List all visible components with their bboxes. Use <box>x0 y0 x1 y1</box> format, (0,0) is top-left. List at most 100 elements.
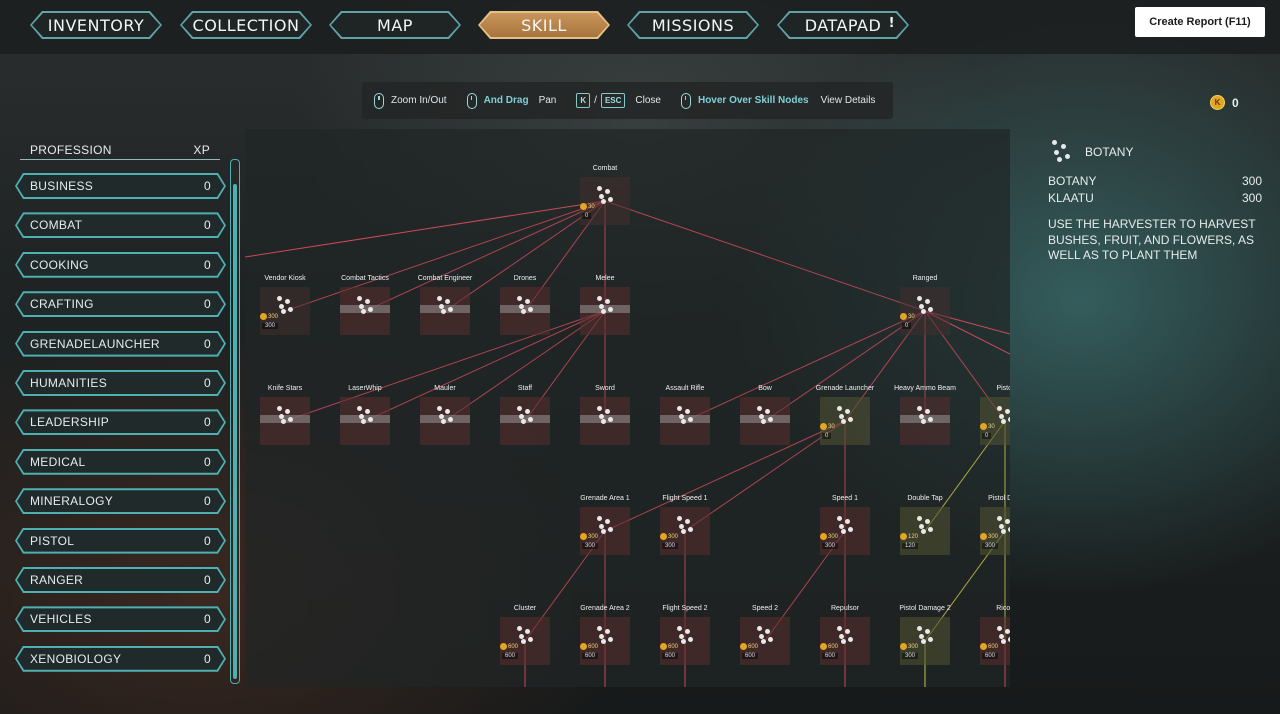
skill-node-melee[interactable]: Melee <box>580 275 630 335</box>
coin-icon <box>580 533 587 540</box>
skill-tree-canvas[interactable]: Combat 30 0 Vendor Kiosk 300 300 Combat Tactic… <box>245 129 1010 687</box>
skill-cost-value: 600 <box>828 643 839 650</box>
skill-cost-value: 300 <box>828 533 839 540</box>
skill-node-pistol-damage-2[interactable]: Pistol Damage 2 300 300 <box>899 605 951 665</box>
hint-and-drag: And Drag <box>483 95 529 106</box>
detail-row-value: 300 <box>1241 191 1262 205</box>
detail-row: BOTANY 300 <box>1048 174 1262 188</box>
skill-node-heavy-ammo[interactable]: Heavy Ammo Beam <box>894 385 956 445</box>
profession-xp: 0 <box>204 533 211 548</box>
currency-display: K 0 <box>1210 95 1239 110</box>
create-report-button[interactable]: Create Report (F11) <box>1135 7 1265 37</box>
skill-node-label: Speed 1 <box>831 495 859 502</box>
skill-icon <box>837 626 855 644</box>
skill-node-label: Double Tap <box>907 495 943 502</box>
skill-cost-value: 600 <box>588 643 599 650</box>
skill-icon <box>277 406 295 424</box>
skill-node-combat[interactable]: Combat 30 0 <box>580 165 630 225</box>
profession-item-medical[interactable]: MEDICAL 0 <box>15 449 226 475</box>
profession-item-crafting[interactable]: CRAFTING 0 <box>15 291 226 317</box>
skill-cost: 30 <box>820 423 835 430</box>
skill-node-combat-engineer[interactable]: Combat Engineer <box>418 275 472 335</box>
tab-datapad[interactable]: DATAPAD! <box>777 11 909 39</box>
profession-item-cooking[interactable]: COOKING 0 <box>15 252 226 278</box>
tab-inventory[interactable]: INVENTORY <box>30 11 162 39</box>
profession-item-pistol[interactable]: PISTOL 0 <box>15 528 226 554</box>
tab-collection[interactable]: COLLECTION <box>180 11 312 39</box>
skill-node-vendor-kiosk[interactable]: Vendor Kiosk 300 300 <box>260 275 310 335</box>
skill-node-ranged[interactable]: Ranged 30 0 <box>900 275 950 335</box>
skill-cost-value: 30 <box>588 203 595 210</box>
skill-node-combat-tactics[interactable]: Combat Tactics <box>340 275 390 335</box>
skill-xp: 600 <box>502 653 519 659</box>
skill-node-cluster[interactable]: Cluster 600 600 <box>500 605 550 665</box>
skill-node-pistol[interactable]: Pistol 30 0 <box>980 385 1010 445</box>
skill-node-double-tap[interactable]: Double Tap 120 120 <box>900 495 950 555</box>
profession-xp: 0 <box>204 454 211 469</box>
tab-skill[interactable]: SKILL <box>478 11 610 39</box>
skill-xp: 600 <box>982 653 999 659</box>
profession-item-xenobiology[interactable]: XENOBIOLOGY 0 <box>15 646 226 672</box>
skill-node-staff[interactable]: Staff <box>500 385 550 445</box>
skill-node-label: Cluster <box>513 605 537 612</box>
skill-node-speed-2[interactable]: Speed 2 600 600 <box>740 605 790 665</box>
skill-node-label: Ricoc <box>996 605 1010 612</box>
coin-icon <box>980 423 987 430</box>
skill-icon <box>357 296 375 314</box>
tree-connection-line <box>604 420 846 532</box>
profession-item-vehicles[interactable]: VEHICLES 0 <box>15 606 226 632</box>
profession-name: RANGER <box>30 573 84 587</box>
skill-xp: 600 <box>742 653 759 659</box>
profession-item-mineralogy[interactable]: MINERALOGY 0 <box>15 488 226 514</box>
profession-xp: 0 <box>204 494 211 509</box>
skill-xp: 0 <box>982 433 992 439</box>
skill-node-grenade-launcher[interactable]: Grenade Launcher 30 0 <box>816 385 874 445</box>
skill-node-grenade-area-2[interactable]: Grenade Area 2 600 600 <box>580 605 630 665</box>
skill-node-drones[interactable]: Drones <box>500 275 550 335</box>
skill-node-flight-speed-1[interactable]: Flight Speed 1 300 300 <box>660 495 710 555</box>
skill-node-knife-stars[interactable]: Knife Stars <box>260 385 310 445</box>
skill-icon <box>597 516 615 534</box>
profession-item-grenadelauncher[interactable]: GRENADELAUNCHER 0 <box>15 331 226 357</box>
hint-slash: / <box>594 95 597 106</box>
skill-node-speed-1[interactable]: Speed 1 300 300 <box>820 495 870 555</box>
profession-item-business[interactable]: BUSINESS 0 <box>15 173 226 199</box>
skill-cost: 600 <box>580 643 598 650</box>
skill-node-ricochet[interactable]: Ricoc 600 600 <box>980 605 1010 665</box>
profession-item-combat[interactable]: COMBAT 0 <box>15 212 226 238</box>
skill-node-label: Vendor Kiosk <box>264 275 306 282</box>
skill-cost-value: 600 <box>668 643 679 650</box>
skill-node-repulsor[interactable]: Repulsor 600 600 <box>820 605 870 665</box>
profession-item-leadership[interactable]: LEADERSHIP 0 <box>15 409 226 435</box>
profession-scrollbar[interactable] <box>230 159 240 684</box>
skill-node-laser-whip[interactable]: LaserWhip <box>340 385 390 445</box>
skill-icon <box>597 296 615 314</box>
profession-name: COMBAT <box>30 218 83 233</box>
skill-xp: 0 <box>822 433 832 439</box>
tree-connection-line <box>364 310 606 422</box>
skill-node-label: Grenade Area 1 <box>580 495 630 502</box>
skill-icon <box>997 516 1010 534</box>
skill-node-flight-speed-2[interactable]: Flight Speed 2 600 600 <box>660 605 710 665</box>
tab-map[interactable]: MAP <box>329 11 461 39</box>
hint-hover: Hover Over Skill Nodes <box>697 95 809 106</box>
skill-node-pistol-damage[interactable]: Pistol Dam 300 300 <box>980 495 1010 555</box>
profession-item-ranger[interactable]: RANGER 0 <box>15 567 226 593</box>
skill-node-grenade-area-1[interactable]: Grenade Area 1 300 300 <box>580 495 630 555</box>
skill-node-bow[interactable]: Bow <box>740 385 790 445</box>
skill-node-sword[interactable]: Sword <box>580 385 630 445</box>
hint-zoom: Zoom In/Out <box>391 95 447 106</box>
profession-name: CRAFTING <box>30 297 94 312</box>
skill-node-label: Repulsor <box>830 605 859 612</box>
tab-missions[interactable]: MISSIONS <box>627 11 759 39</box>
mouse-left-icon <box>466 92 477 109</box>
skill-xp: 120 <box>902 543 919 549</box>
scrollbar-thumb[interactable] <box>233 184 237 679</box>
skill-node-mauler[interactable]: Mauler <box>420 385 470 445</box>
skill-node-label: Mauler <box>434 385 456 392</box>
skill-node-assault-rifle[interactable]: Assault Rifle <box>660 385 710 445</box>
profession-xp: 0 <box>204 336 211 351</box>
tree-connection-line <box>604 200 926 312</box>
profession-item-humanities[interactable]: HUMANITIES 0 <box>15 370 226 396</box>
skill-cost: 600 <box>740 643 758 650</box>
